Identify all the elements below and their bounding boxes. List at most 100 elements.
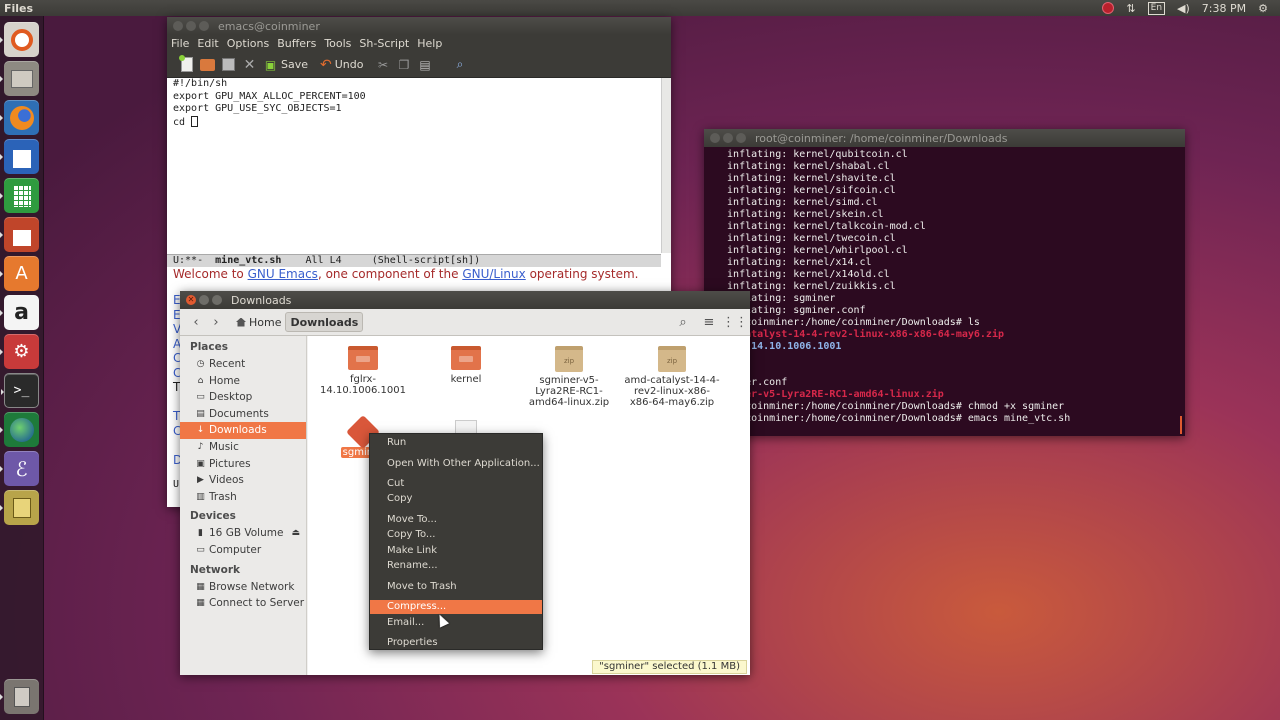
menu-tools[interactable]: Tools [324,37,351,50]
terminal-window[interactable]: root@coinminer: /home/coinminer/Download… [704,129,1185,436]
maximize-icon[interactable] [736,133,746,143]
power-gear-icon[interactable]: ⚙ [1258,2,1268,15]
gnu-linux-link[interactable]: GNU/Linux [462,267,525,281]
menu-file[interactable]: File [171,37,189,50]
menu-item-move-to[interactable]: Move To... [370,513,542,527]
sidebar-item-icon: ▣ [196,458,205,469]
grid-view-button[interactable]: ⋮⋮ [722,312,748,332]
terminal-output[interactable]: inflating: kernel/qubitcoin.cl inflating… [715,149,1070,425]
archive-icon[interactable] [0,490,39,525]
clock[interactable]: 7:38 PM [1202,2,1246,15]
list-view-button[interactable]: ≡ [698,312,720,332]
search-icon[interactable]: ⌕ [453,57,468,72]
menu-sh-script[interactable]: Sh-Script [359,37,409,50]
writer-icon[interactable] [0,139,39,174]
menu-item-compress[interactable]: Compress... [370,600,542,614]
close-buffer-icon[interactable]: ✕ [242,57,257,73]
sidebar-item-computer[interactable]: ▭ Computer [180,542,306,559]
trash-icon[interactable] [0,679,39,714]
globe-icon[interactable] [0,412,39,447]
sidebar-item-home[interactable]: ⌂ Home [180,373,306,390]
top-panel: Files ⇅ En ◀) 7:38 PM ⚙ [0,0,1280,16]
active-app-name: Files [4,1,34,15]
close-icon[interactable]: ✕ [186,295,196,305]
emacs-buffer-text[interactable]: #!/bin/sh export GPU_MAX_ALLOC_PERCENT=10… [173,78,366,129]
file-item[interactable]: kernel [418,346,514,385]
sidebar-item-music[interactable]: ♪ Music [180,439,306,456]
sidebar-item-downloads[interactable]: ↓ Downloads [180,422,306,439]
menu-edit[interactable]: Edit [197,37,218,50]
record-indicator-icon[interactable] [1102,2,1115,14]
file-item[interactable]: fglrx-14.10.1006.1001 [315,346,411,396]
menu-item-properties[interactable]: Properties [370,636,542,650]
emacs-modeline: U:**- mine_vtc.sh All L4 (Shell-script[s… [167,254,661,267]
terminal-icon[interactable]: >_ [1,373,39,408]
copy-icon[interactable]: ❐ [397,57,412,72]
minimize-icon[interactable] [723,133,733,143]
sidebar-item-videos[interactable]: ▶ Videos [180,472,306,489]
menu-item-copy[interactable]: Copy [370,492,542,506]
file-item[interactable]: amd-catalyst-14-4-rev2-linux-x86-x86-64-… [624,346,720,408]
undo-button[interactable]: ↶ Undo [320,57,363,73]
dired-icon[interactable] [221,57,236,72]
minimize-icon[interactable] [199,295,209,305]
terminal-line: sgminer-v5-Lyra2RE-RC1-amd64-linux.zip [715,389,944,400]
terminal-titlebar[interactable]: root@coinminer: /home/coinminer/Download… [704,129,1185,147]
minimize-icon[interactable] [186,21,196,31]
ubuntu-dash-icon[interactable] [0,22,39,57]
impress-icon[interactable] [0,217,39,252]
grid-icon: ⋮⋮ [722,314,748,330]
menu-item-rename[interactable]: Rename... [370,559,542,573]
menu-item-run[interactable]: Run [370,436,542,450]
gnu-emacs-link[interactable]: GNU Emacs [248,267,318,281]
maximize-icon[interactable] [212,295,222,305]
software-center-icon[interactable]: A [0,256,39,291]
emacs-titlebar[interactable]: emacs@coinminer [167,17,671,35]
search-button[interactable]: ⌕ [672,312,694,332]
save-button[interactable]: ▣ Save [263,57,308,72]
sidebar-item-connect-to-server[interactable]: ▦ Connect to Server [180,595,306,612]
settings-icon[interactable]: ⚙ [0,334,39,369]
terminal-line: inflating: sgminer.conf [715,305,866,316]
files-icon[interactable] [0,61,39,96]
sidebar-heading: Places [190,341,228,353]
firefox-icon[interactable] [0,100,39,135]
menu-item-copy-to[interactable]: Copy To... [370,528,542,542]
sidebar-item-browse-network[interactable]: ▦ Browse Network [180,579,306,596]
menu-buffers[interactable]: Buffers [277,37,316,50]
menu-item-move-to-trash[interactable]: Move to Trash [370,580,542,594]
menu-item-cut[interactable]: Cut [370,477,542,491]
close-icon[interactable] [710,133,720,143]
open-folder-icon[interactable] [200,57,215,72]
cut-icon[interactable]: ✂ [376,57,391,72]
sidebar-item-trash[interactable]: ▥ Trash [180,489,306,506]
maximize-icon[interactable] [199,21,209,31]
network-updown-icon[interactable]: ⇅ [1126,2,1135,15]
paste-icon[interactable]: ▤ [418,57,433,72]
amazon-icon[interactable]: a [0,295,39,330]
file-item[interactable]: sgminer-v5-Lyra2RE-RC1-amd64-linux.zip [521,346,617,408]
keyboard-layout-indicator[interactable]: En [1147,1,1166,15]
back-button[interactable]: ‹ [186,312,206,332]
breadcrumb-downloads[interactable]: Downloads [285,312,364,332]
menu-options[interactable]: Options [227,37,269,50]
forward-button[interactable]: › [206,312,226,332]
menu-item-open-with-other-application[interactable]: Open With Other Application... [370,457,542,471]
close-icon[interactable] [173,21,183,31]
sidebar-item-desktop[interactable]: ▭ Desktop [180,389,306,406]
sidebar-item-pictures[interactable]: ▣ Pictures [180,456,306,473]
breadcrumb-home[interactable]: Home [232,312,285,332]
emacs-scrollbar[interactable] [661,78,671,253]
volume-icon[interactable]: ◀) [1177,2,1190,15]
calc-icon[interactable] [0,178,39,213]
sidebar-item-recent[interactable]: ◷ Recent [180,356,306,373]
menu-help[interactable]: Help [417,37,442,50]
sidebar-item-documents[interactable]: ▤ Documents [180,406,306,423]
files-titlebar[interactable]: ✕ Downloads [180,291,750,309]
menu-item-make-link[interactable]: Make Link [370,544,542,558]
eject-icon[interactable]: ⏏ [291,525,306,542]
new-file-icon[interactable] [178,55,194,72]
sidebar-item-16-gb-volume[interactable]: ▮ 16 GB Volume ⏏ [180,525,306,542]
menu-item-email[interactable]: Email... [370,616,542,630]
emacs-icon[interactable]: ℰ [0,451,39,486]
